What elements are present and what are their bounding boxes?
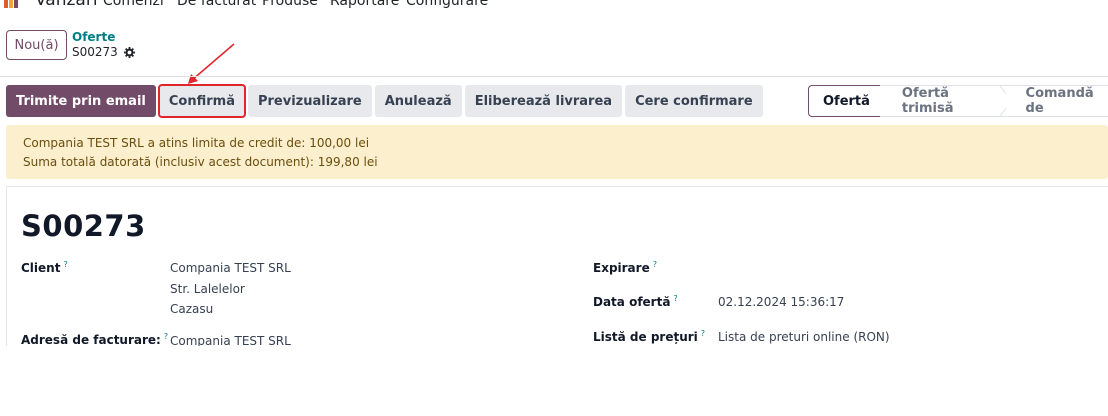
action-button-bar: Trimite prin email Confirmă Previzualiza… <box>6 84 763 118</box>
credit-limit-warning: Compania TEST SRL a atins limita de cred… <box>6 125 1108 179</box>
app-logo-icon[interactable] <box>4 0 20 8</box>
warning-line-total-due: Suma totală datorată (inclusiv acest doc… <box>23 155 378 169</box>
request-confirmation-button[interactable]: Cere confirmare <box>625 85 763 117</box>
invoice-address-field[interactable]: Compania TEST SRL <box>170 334 291 346</box>
help-tooltip-icon[interactable]: ? <box>164 332 168 341</box>
status-step-label: Ofertă trimisă <box>901 86 954 116</box>
help-tooltip-icon[interactable]: ? <box>701 329 705 338</box>
quote-date-label: Data ofertă? <box>593 294 678 309</box>
help-tooltip-icon[interactable]: ? <box>63 260 67 269</box>
release-delivery-button[interactable]: Eliberează livrarea <box>464 85 623 117</box>
client-name-field[interactable]: Compania TEST SRL <box>170 261 291 275</box>
warning-line-credit-limit: Compania TEST SRL a atins limita de cred… <box>23 136 370 150</box>
new-button[interactable]: Nou(ă) <box>6 30 67 60</box>
menu-raportare[interactable]: Raportare <box>330 0 399 9</box>
menu-produse[interactable]: Produse <box>262 0 318 9</box>
status-step-quotation[interactable]: Ofertă <box>808 85 892 117</box>
document-title: S00273 <box>21 209 146 243</box>
breadcrumb-current: S00273 <box>72 45 135 59</box>
gear-icon[interactable] <box>123 46 135 58</box>
status-step-quotation-sent[interactable]: Ofertă trimisă <box>879 85 1013 117</box>
top-navbar: Vânzări Comenzi De facturat Produse Rapo… <box>0 0 1108 10</box>
help-tooltip-icon[interactable]: ? <box>673 294 677 303</box>
app-name[interactable]: Vânzări <box>35 0 98 10</box>
pricelist-label: Listă de prețuri? <box>593 329 706 344</box>
status-step-sales-order[interactable]: Comandă de <box>1005 85 1108 117</box>
confirm-button[interactable]: Confirmă <box>157 84 246 118</box>
expiration-label: Expirare? <box>593 260 657 275</box>
breadcrumb-current-label: S00273 <box>72 45 118 59</box>
menu-configurare[interactable]: Configurare <box>406 0 488 9</box>
quote-date-field[interactable]: 02.12.2024 15:36:17 <box>718 295 844 309</box>
preview-button[interactable]: Previzualizare <box>247 85 372 117</box>
client-city: Cazasu <box>170 302 214 316</box>
menu-comenzi[interactable]: Comenzi <box>103 0 164 9</box>
send-email-button[interactable]: Trimite prin email <box>6 85 156 117</box>
client-label: Client? <box>21 260 68 275</box>
form-sheet: S00273 Client? Compania TEST SRL Str. La… <box>6 186 1108 346</box>
divider <box>0 76 1108 77</box>
status-bar: Ofertă Ofertă trimisă Comandă de <box>808 85 1108 117</box>
invoice-address-label: Adresă de facturare:? <box>21 332 169 346</box>
client-street: Str. Lalelelor <box>170 282 245 296</box>
annotation-arrow <box>188 43 235 84</box>
help-tooltip-icon[interactable]: ? <box>653 260 657 269</box>
breadcrumb-parent-link[interactable]: Oferte <box>72 30 115 44</box>
cancel-button[interactable]: Anulează <box>374 85 462 117</box>
menu-de-facturat[interactable]: De facturat <box>177 0 256 9</box>
pricelist-field[interactable]: Lista de preturi online (RON) <box>718 330 890 344</box>
